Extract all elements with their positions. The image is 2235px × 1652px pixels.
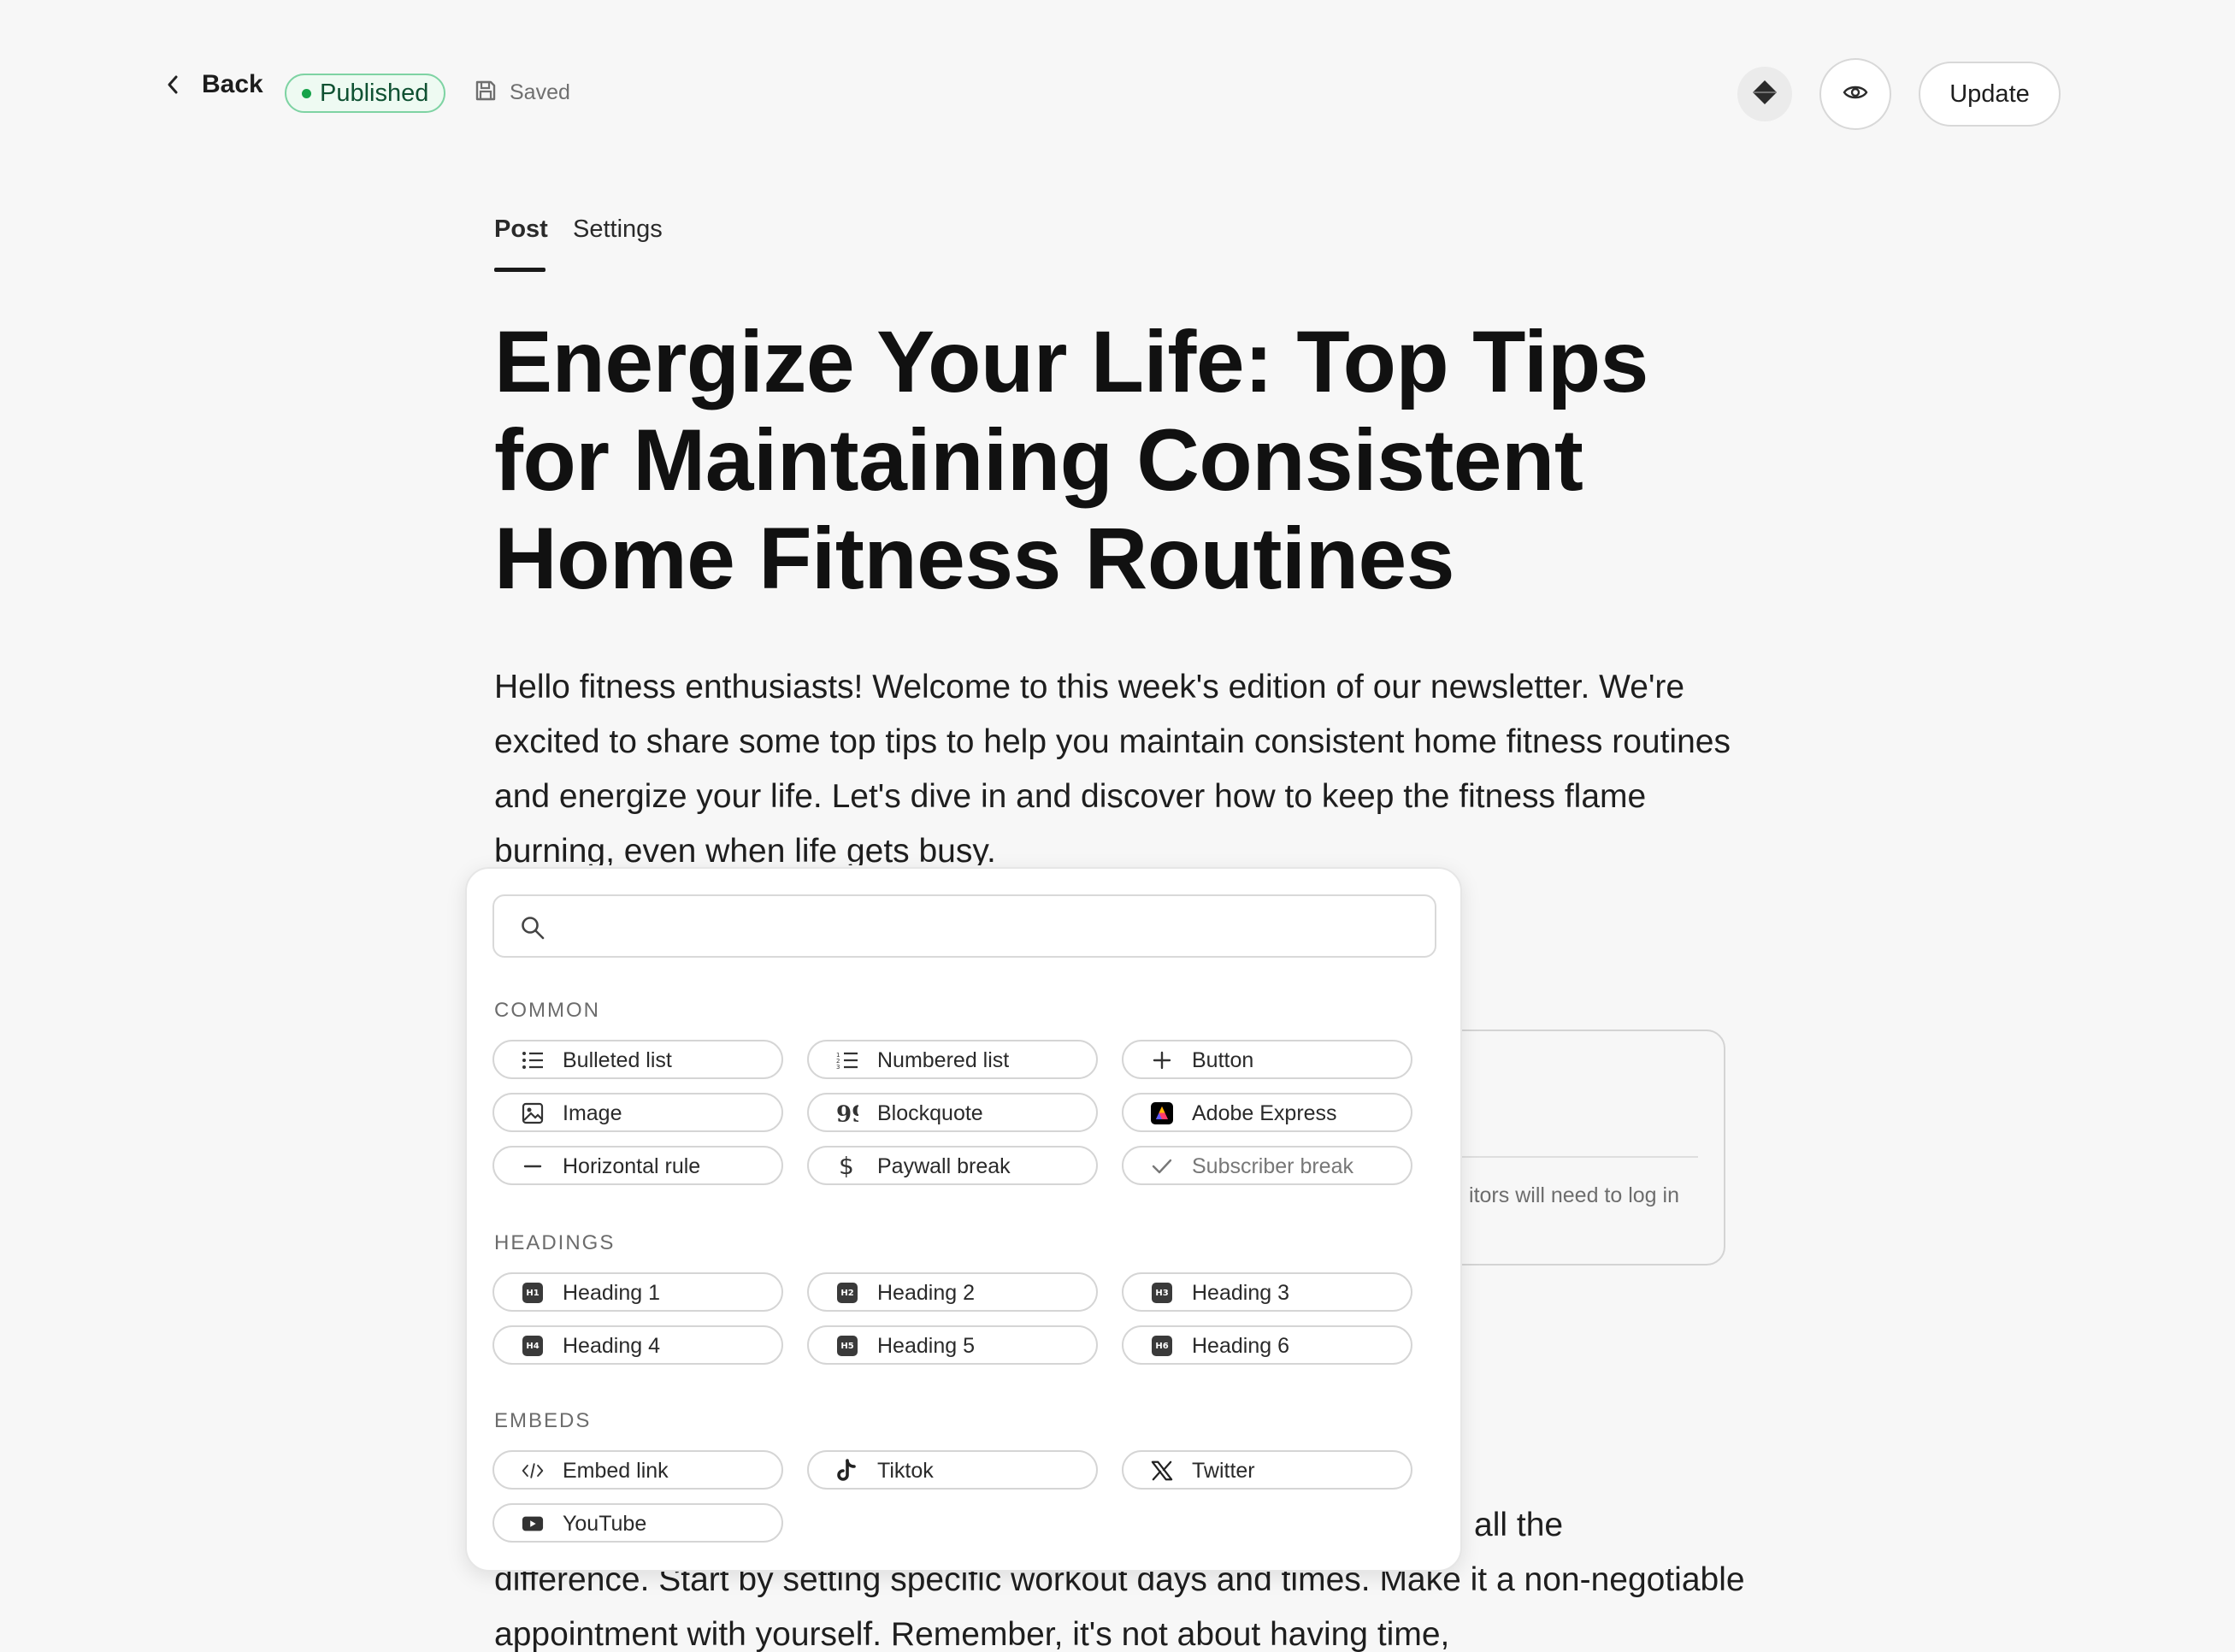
block-search[interactable] [492,894,1436,958]
chip-label: Heading 2 [877,1281,975,1305]
heading-badge: H4 [522,1336,543,1356]
tab-post[interactable]: Post [494,215,548,244]
status-label: Published [320,79,429,107]
insert-heading-5[interactable]: H5 Heading 5 [807,1325,1098,1365]
insert-subscriber-break[interactable]: Subscriber break [1122,1146,1412,1185]
insert-tiktok[interactable]: Tiktok [807,1450,1098,1490]
insert-heading-4[interactable]: H4 Heading 4 [492,1325,783,1365]
heading-badge: H3 [1152,1283,1172,1303]
floppy-disk-icon [474,79,498,107]
chip-label: Adobe Express [1192,1101,1337,1125]
svg-text:$: $ [839,1153,854,1179]
section-label-common: COMMON [494,999,600,1022]
heading-badge: H5 [837,1336,858,1356]
heading-badge: H6 [1152,1336,1172,1356]
paragraph-fragment[interactable]: all the [1474,1498,1731,1553]
status-dot [302,88,311,98]
insert-button[interactable]: Button [1122,1040,1412,1079]
theme-button[interactable] [1737,67,1792,121]
saved-label: Saved [510,80,570,104]
insert-heading-2[interactable]: H2 Heading 2 [807,1272,1098,1312]
chip-label: Bulleted list [563,1048,672,1072]
intro-paragraph[interactable]: Hello fitness enthusiasts! Welcome to th… [494,660,1751,865]
chip-label: YouTube [563,1512,647,1536]
chip-label: Subscriber break [1192,1154,1353,1178]
section-label-headings: HEADINGS [494,1231,616,1254]
search-icon [520,915,545,945]
h3-icon: H3 [1151,1282,1173,1304]
adobe-express-icon [1151,1102,1173,1124]
tab-settings[interactable]: Settings [573,215,663,244]
card-note: itors will need to log in [1469,1183,1679,1207]
chip-label: Image [563,1101,622,1125]
h4-icon: H4 [522,1335,544,1357]
plus-icon [1151,1049,1173,1071]
insert-embed-link[interactable]: Embed link [492,1450,783,1490]
chip-label: Heading 6 [1192,1334,1289,1358]
svg-text:3: 3 [836,1064,840,1070]
x-twitter-icon [1151,1460,1173,1482]
save-status: Saved [474,79,570,107]
search-input[interactable] [559,905,1414,947]
quote-icon: 99 [836,1102,858,1124]
back-label: Back [202,70,263,98]
insert-horizontal-rule[interactable]: Horizontal rule [492,1146,783,1185]
h5-icon: H5 [836,1335,858,1357]
chip-label: Numbered list [877,1048,1010,1072]
subscriber-break-card: itors will need to log in [1419,1030,1725,1266]
h6-icon: H6 [1151,1335,1173,1357]
chevron-left-icon [161,73,185,97]
insert-image[interactable]: Image [492,1093,783,1132]
insert-heading-3[interactable]: H3 Heading 3 [1122,1272,1412,1312]
section-label-embeds: EMBEDS [494,1409,592,1432]
insert-heading-1[interactable]: H1 Heading 1 [492,1272,783,1312]
preview-button[interactable] [1819,58,1891,130]
active-tab-indicator [494,268,545,272]
h1-icon: H1 [522,1282,544,1304]
top-bar: Back Published Saved Update [0,0,2235,186]
diamond-icon [1751,79,1778,110]
chip-label: Twitter [1192,1459,1255,1483]
insert-adobe-express[interactable]: Adobe Express [1122,1093,1412,1132]
back-button[interactable]: Back [161,70,263,99]
status-badge: Published [285,74,446,113]
insert-block-menu: COMMON Bulleted list 123 Numbered list B… [465,867,1462,1572]
update-button[interactable]: Update [1919,62,2061,127]
bulleted-list-icon [522,1049,544,1071]
insert-blockquote[interactable]: 99 Blockquote [807,1093,1098,1132]
insert-twitter[interactable]: Twitter [1122,1450,1412,1490]
card-divider [1447,1156,1698,1158]
chip-label: Embed link [563,1459,669,1483]
chip-label: Tiktok [877,1459,934,1483]
youtube-icon [522,1513,544,1535]
chip-label: Heading 3 [1192,1281,1289,1305]
chip-label: Blockquote [877,1101,983,1125]
h2-icon: H2 [836,1282,858,1304]
numbered-list-icon: 123 [836,1049,858,1071]
insert-paywall-break[interactable]: $ Paywall break [807,1146,1098,1185]
code-icon [522,1460,544,1482]
post-title[interactable]: Energize Your Life: Top Tips for Maintai… [494,313,1751,608]
insert-heading-6[interactable]: H6 Heading 6 [1122,1325,1412,1365]
image-icon [522,1102,544,1124]
heading-badge: H2 [837,1283,858,1303]
check-icon [1151,1155,1173,1177]
chip-label: Paywall break [877,1154,1011,1178]
insert-bulleted-list[interactable]: Bulleted list [492,1040,783,1079]
chip-label: Heading 1 [563,1281,660,1305]
svg-text:99: 99 [836,1104,858,1123]
eye-icon [1843,83,1868,106]
insert-youtube[interactable]: YouTube [492,1503,783,1543]
insert-numbered-list[interactable]: 123 Numbered list [807,1040,1098,1079]
horizontal-rule-icon [522,1155,544,1177]
chip-label: Horizontal rule [563,1154,701,1178]
chip-label: Button [1192,1048,1254,1072]
heading-badge: H1 [522,1283,543,1303]
chip-label: Heading 5 [877,1334,975,1358]
dollar-icon: $ [836,1153,858,1179]
chip-label: Heading 4 [563,1334,660,1358]
tiktok-icon [836,1459,858,1482]
